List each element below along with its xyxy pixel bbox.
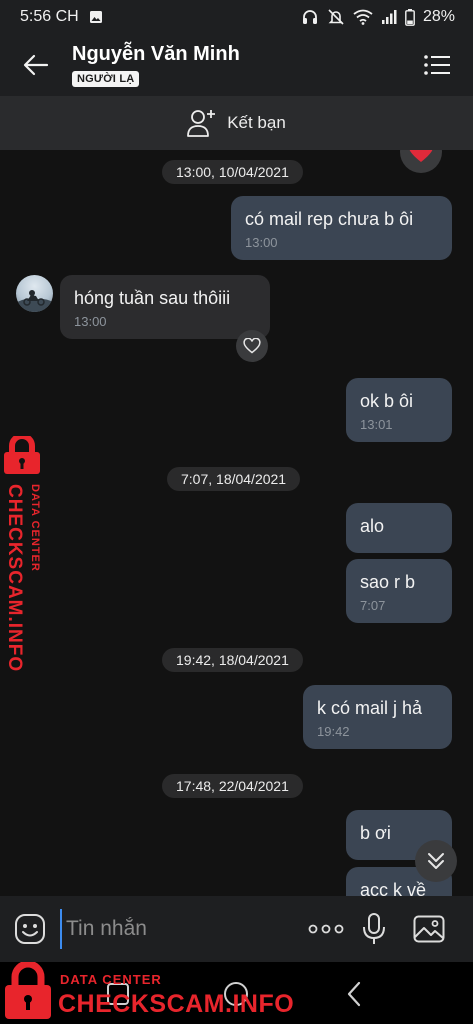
recent-apps-button[interactable]: [96, 972, 140, 1016]
message-text: alo: [360, 516, 385, 536]
message-time: 13:00: [74, 314, 107, 329]
battery-level: 28%: [422, 8, 455, 25]
contact-name: Nguyễn Văn Minh: [72, 43, 240, 65]
menu-list-icon: [424, 55, 450, 75]
contact-info[interactable]: Nguyễn Văn Minh NGƯỜI LẠ: [72, 43, 240, 87]
date-separator: 7:07, 18/04/2021: [167, 467, 301, 491]
message-bubble-sent[interactable]: ok b ôi 13:01: [346, 378, 452, 442]
heart-reaction[interactable]: [400, 150, 442, 173]
add-friend-icon: [187, 110, 216, 137]
more-options-button[interactable]: [304, 896, 348, 962]
watermark-side: CHECKSCAM.INFO DATA CENTER: [0, 436, 58, 672]
recent-apps-icon: [107, 983, 129, 1005]
add-friend-bar[interactable]: Kết bạn: [0, 96, 473, 150]
scroll-to-bottom-button[interactable]: [415, 840, 457, 882]
emoji-button[interactable]: [0, 896, 60, 962]
image-icon: [413, 915, 445, 943]
message-text: k có mail j hả: [317, 698, 423, 718]
message-time: 7:07: [360, 598, 386, 613]
message-bubble-sent[interactable]: alo: [346, 503, 452, 553]
wifi-icon: [353, 9, 373, 25]
status-time: 5:56 CH: [20, 8, 79, 25]
back-button[interactable]: [0, 34, 72, 96]
chevron-double-down-icon: [428, 853, 444, 869]
stranger-badge: NGƯỜI LẠ: [72, 71, 140, 87]
message-bubble-received[interactable]: hóng tuần sau thôiii 13:00: [60, 275, 270, 339]
voice-record-button[interactable]: [348, 896, 400, 962]
status-bar-left: 5:56 CH: [20, 8, 103, 26]
send-image-button[interactable]: [400, 896, 458, 962]
message-text: b ơi: [360, 823, 391, 843]
battery-icon: [405, 8, 415, 26]
nav-back-icon: [347, 981, 361, 1007]
message-text: ok b ôi: [360, 391, 414, 411]
date-separator: 17:48, 22/04/2021: [162, 774, 303, 798]
react-button[interactable]: [236, 330, 268, 362]
message-time: 19:42: [317, 724, 350, 739]
chat-area[interactable]: 13:00, 10/04/2021 có mail rep chưa b ôi …: [0, 150, 473, 896]
headphones-icon: [301, 8, 319, 26]
avatar[interactable]: [16, 275, 53, 312]
message-time: 13:00: [245, 235, 278, 250]
date-separator: 13:00, 10/04/2021: [162, 160, 303, 184]
lock-icon: [4, 436, 40, 474]
microphone-icon: [363, 913, 385, 944]
message-text: có mail rep chưa b ôi: [245, 209, 414, 229]
menu-button[interactable]: [401, 34, 473, 96]
watermark-tagline: DATA CENTER: [29, 484, 41, 572]
gallery-notification-icon: [89, 10, 103, 24]
more-dots-icon: [308, 924, 344, 934]
message-input[interactable]: [60, 909, 290, 949]
status-bar-right: 28%: [301, 8, 455, 26]
message-text: sao r b: [360, 572, 416, 592]
home-button[interactable]: [214, 972, 258, 1016]
message-time: 13:01: [360, 417, 393, 432]
chat-header: Nguyễn Văn Minh NGƯỜI LẠ: [0, 34, 473, 96]
watermark-brand: CHECKSCAM.INFO: [4, 484, 25, 673]
heart-icon: [409, 150, 433, 162]
message-bubble-sent[interactable]: sao r b 7:07: [346, 559, 452, 623]
home-icon: [224, 982, 248, 1006]
message-input-bar: [0, 896, 473, 962]
system-navigation-bar: [0, 962, 473, 1024]
emoji-icon: [15, 914, 45, 944]
message-text: acc k về: [360, 880, 427, 896]
back-arrow-icon: [23, 54, 49, 76]
message-text: hóng tuần sau thôiii: [74, 288, 231, 308]
mute-icon: [327, 8, 345, 26]
message-bubble-sent[interactable]: có mail rep chưa b ôi 13:00: [231, 196, 452, 260]
nav-back-button[interactable]: [332, 972, 376, 1016]
message-bubble-sent[interactable]: k có mail j hả 19:42: [303, 685, 452, 749]
status-bar: 5:56 CH 28%: [0, 0, 473, 34]
heart-outline-icon: [243, 338, 261, 354]
signal-icon: [381, 9, 397, 25]
date-separator: 19:42, 18/04/2021: [162, 648, 303, 672]
add-friend-label: Kết bạn: [227, 113, 286, 132]
